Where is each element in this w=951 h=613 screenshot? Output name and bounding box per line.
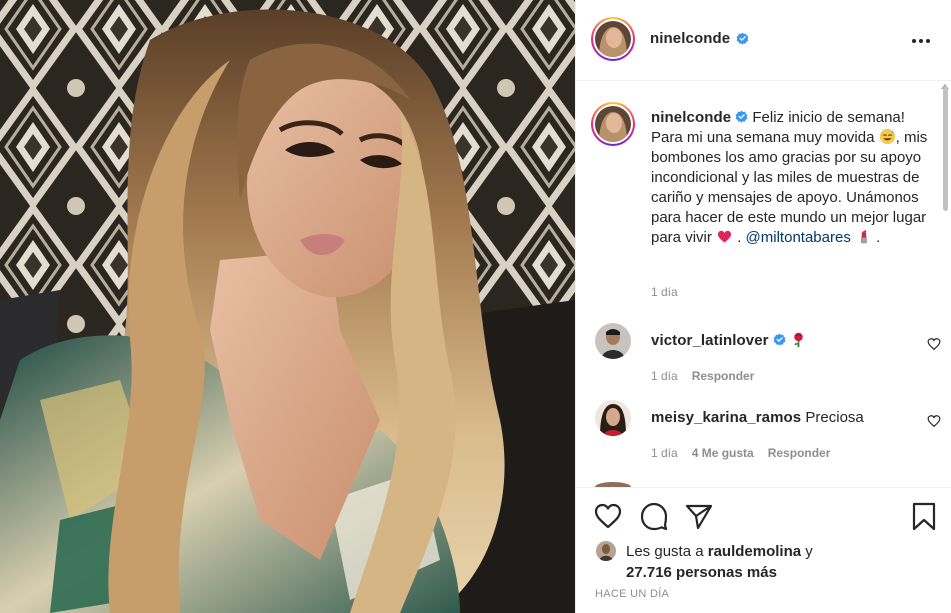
commenter-avatar[interactable]: [595, 323, 631, 359]
caption-mention-link[interactable]: @miltontabares: [746, 229, 851, 246]
caption-author-avatar[interactable]: [591, 102, 635, 146]
comment-time[interactable]: 1 día: [651, 369, 678, 383]
commenter-avatar[interactable]: [595, 400, 631, 436]
caption-avatar-image: [595, 106, 631, 142]
lipstick-emoji-icon: [860, 229, 867, 244]
likes-conjunction: y: [805, 543, 813, 560]
share-icon[interactable]: [684, 501, 714, 531]
author-username[interactable]: ninelconde: [650, 30, 730, 47]
comment-text: victor_latinlover: [651, 331, 807, 351]
caption-text: ninelconde Feliz inicio de semana! Para …: [651, 109, 928, 246]
reply-button[interactable]: Responder: [768, 446, 831, 460]
caption-time[interactable]: 1 día: [651, 285, 678, 299]
caption-verified-icon: [735, 110, 748, 123]
comment-icon[interactable]: [639, 501, 669, 531]
comment-meta: 1 día Responder: [651, 369, 754, 383]
rose-emoji-icon: [794, 332, 803, 348]
post-photo[interactable]: [0, 0, 575, 613]
liker-username[interactable]: raul​demolina: [708, 543, 801, 560]
comment-time[interactable]: 1 día: [651, 446, 678, 460]
sweat-smile-emoji-icon: [879, 128, 895, 145]
more-options-icon[interactable]: [909, 29, 933, 53]
bookmark-icon[interactable]: [909, 501, 939, 531]
heart-icon[interactable]: [593, 501, 623, 531]
likes-count-button[interactable]: 27.716 personas más: [626, 562, 777, 583]
comment-text: meisy_karina_ramos Preciosa: [651, 408, 864, 428]
caption-line-1: Feliz inicio de semana!: [752, 109, 905, 126]
comment-like-heart-icon[interactable]: [927, 414, 941, 428]
comments-list[interactable]: ninelconde Feliz inicio de semana! Para …: [576, 82, 951, 487]
author-avatar-image: [595, 21, 631, 57]
likes-line-1: Les gusta a raul​demolina y: [626, 541, 813, 562]
comment-author[interactable]: meisy_karina_ramos: [651, 409, 801, 426]
post-photo-image: [0, 0, 575, 613]
reply-button[interactable]: Responder: [692, 369, 755, 383]
liker-avatar[interactable]: [596, 541, 616, 561]
comment-likes-count[interactable]: 4 Me gusta: [692, 446, 754, 460]
post-timestamp[interactable]: Hace un día: [595, 588, 669, 600]
comment-body: Preciosa: [805, 409, 864, 426]
post-side-panel: ninelconde ninelconde Feliz inicio de se…: [575, 0, 951, 613]
verified-badge-icon: [732, 31, 749, 49]
comment-verified-icon: [773, 333, 785, 346]
caption-trailing: .: [876, 229, 881, 246]
caption-line-2: Para mi una semana muy movida: [651, 129, 875, 146]
likes-prefix: Les gusta a: [626, 543, 704, 560]
comment-meta: 1 día 4 Me gusta Responder: [651, 446, 830, 460]
author-avatar[interactable]: [591, 17, 635, 61]
post-header: ninelconde: [576, 0, 951, 81]
caption-author[interactable]: ninelconde: [651, 109, 731, 126]
comment-like-heart-icon[interactable]: [927, 337, 941, 351]
comments-scrollbar[interactable]: [943, 86, 948, 211]
post-actions: Les gusta a raul​demolina y 27.716 perso…: [576, 487, 951, 613]
comment-author[interactable]: victor_latinlover: [651, 332, 769, 349]
red-heart-emoji-icon: [717, 230, 732, 243]
